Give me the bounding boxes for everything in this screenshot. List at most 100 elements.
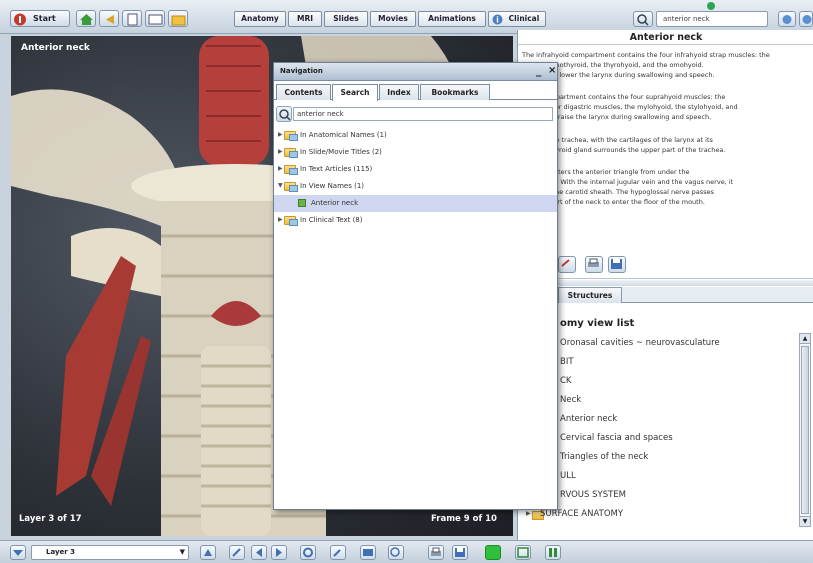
list-item[interactable]: BIT bbox=[560, 357, 574, 375]
layer-menu-button[interactable] bbox=[10, 545, 26, 560]
navigation-title: Navigation bbox=[280, 67, 323, 75]
layers-icon bbox=[13, 550, 23, 556]
expand-arrow-icon: ▶ bbox=[278, 165, 283, 172]
home-icon bbox=[80, 14, 93, 25]
list-item-label: SURFACE ANATOMY bbox=[540, 509, 624, 519]
tab-search[interactable]: Search bbox=[332, 84, 378, 101]
tab-structures[interactable]: Structures bbox=[558, 287, 622, 303]
navigation-titlebar[interactable]: Navigation _ × bbox=[274, 63, 557, 81]
search-input[interactable]: anterior neck bbox=[656, 11, 768, 27]
info-icon bbox=[492, 14, 503, 25]
list-item[interactable]: Neck bbox=[560, 395, 581, 413]
search-results-tree: ▶ In Anatomical Names (1) ▶ In Slide/Mov… bbox=[274, 127, 557, 229]
search-button[interactable] bbox=[633, 11, 653, 27]
list-item[interactable]: Anterior neck bbox=[560, 414, 617, 432]
tree-row[interactable]: ▶ In Slide/Movie Titles (2) bbox=[274, 144, 557, 161]
go-button[interactable] bbox=[778, 11, 796, 27]
tab-anatomy[interactable]: Anatomy bbox=[234, 11, 286, 27]
panel-splitter[interactable] bbox=[518, 280, 813, 286]
tree-row-selected[interactable]: Anterior neck bbox=[274, 195, 557, 212]
navigate-icon bbox=[782, 15, 792, 24]
tree-row-label: In Slide/Movie Titles (2) bbox=[300, 148, 382, 156]
start-button[interactable]: Start bbox=[10, 10, 70, 27]
article-panel: Anterior neck The infrahyoid compartment… bbox=[517, 30, 813, 540]
window-icon bbox=[148, 14, 163, 25]
link-icon bbox=[561, 259, 570, 267]
tree-row-label: In Anatomical Names (1) bbox=[300, 131, 387, 139]
save-icon bbox=[611, 259, 622, 269]
navigation-search-input[interactable]: anterior neck bbox=[293, 107, 553, 121]
print-button[interactable] bbox=[585, 256, 603, 273]
tab-contents[interactable]: Contents bbox=[276, 84, 331, 100]
next-frame-button[interactable] bbox=[271, 545, 287, 560]
list-item[interactable]: RVOUS SYSTEM bbox=[560, 490, 626, 508]
bottom-toolbar: Layer 3 ▼ bbox=[0, 540, 813, 563]
green-toggle-button[interactable] bbox=[485, 545, 501, 560]
layer-select-value: Layer 3 bbox=[46, 548, 76, 556]
list-item[interactable]: CK bbox=[560, 376, 572, 394]
scroll-down-icon[interactable]: ▼ bbox=[800, 516, 810, 526]
close-icon[interactable]: × bbox=[548, 65, 556, 76]
prev-frame-button[interactable] bbox=[251, 545, 267, 560]
tab-movies[interactable]: Movies bbox=[370, 11, 416, 27]
grid-icon bbox=[517, 547, 529, 558]
minimize-icon[interactable]: _ bbox=[536, 64, 542, 77]
link-button[interactable] bbox=[558, 256, 576, 273]
expand-arrow-icon: ▶ bbox=[278, 148, 283, 155]
save-view-button[interactable] bbox=[452, 545, 468, 560]
back-icon bbox=[106, 15, 114, 24]
expand-arrow-icon: ▶ bbox=[278, 216, 283, 223]
tree-row[interactable]: ▼ In View Names (1) bbox=[274, 178, 557, 195]
search-icon[interactable] bbox=[276, 106, 292, 122]
tree-row[interactable]: ▶ In Anatomical Names (1) bbox=[274, 127, 557, 144]
page-button[interactable] bbox=[122, 10, 142, 27]
layer-up-button[interactable] bbox=[200, 545, 216, 560]
article-toolbar bbox=[518, 253, 813, 279]
list-item[interactable]: Cervical fascia and spaces bbox=[560, 433, 673, 451]
rotate-button[interactable] bbox=[300, 545, 316, 560]
list-item[interactable]: ULL bbox=[560, 471, 576, 489]
grid-button[interactable] bbox=[515, 545, 531, 560]
tab-clinical[interactable]: Clinical bbox=[488, 11, 546, 27]
columns-button[interactable] bbox=[545, 545, 561, 560]
pin-button[interactable] bbox=[330, 545, 346, 560]
list-item[interactable]: Triangles of the neck bbox=[560, 452, 648, 470]
print-view-button[interactable] bbox=[428, 545, 444, 560]
list-item[interactable]: Oronasal cavities ~ neurovasculature bbox=[560, 338, 720, 356]
tab-slides[interactable]: Slides bbox=[324, 11, 368, 27]
window-button[interactable] bbox=[145, 10, 165, 27]
arrow-left-icon bbox=[256, 548, 262, 557]
view-title: Anterior neck bbox=[21, 43, 90, 53]
columns-icon bbox=[549, 548, 557, 557]
layer-select[interactable]: Layer 3 ▼ bbox=[31, 545, 189, 560]
help-button[interactable] bbox=[799, 11, 813, 27]
save-button[interactable] bbox=[608, 256, 626, 273]
tab-index[interactable]: Index bbox=[379, 84, 419, 100]
scroll-thumb[interactable] bbox=[801, 346, 809, 514]
tab-mri[interactable]: MRI bbox=[288, 11, 322, 27]
tab-bookmarks[interactable]: Bookmarks bbox=[420, 84, 490, 100]
zoom-button[interactable] bbox=[388, 545, 404, 560]
help-icon bbox=[802, 15, 812, 24]
tree-row[interactable]: ▶ In Clinical Text (8) bbox=[274, 212, 557, 229]
layer-indicator: Layer 3 of 17 bbox=[19, 514, 82, 524]
tree-row-label: In Text Articles (115) bbox=[300, 165, 373, 173]
tab-animations[interactable]: Animations bbox=[418, 11, 486, 27]
article-paragraph-2: hyoid compartment contains the four supr… bbox=[522, 93, 738, 121]
article-paragraph-4: d artery enters the anterior triangle fr… bbox=[522, 168, 734, 206]
home-button[interactable] bbox=[76, 10, 96, 27]
start-label: Start bbox=[33, 14, 56, 23]
tool-button[interactable] bbox=[229, 545, 245, 560]
capture-button[interactable] bbox=[360, 545, 376, 560]
tree-row[interactable]: ▶ In Text Articles (115) bbox=[274, 161, 557, 178]
folder-button[interactable] bbox=[168, 10, 188, 27]
main-toolbar: Start Anatomy MRI Slides Movies Animatio… bbox=[0, 0, 813, 34]
list-scrollbar[interactable]: ▲ ▼ bbox=[799, 333, 811, 527]
article-title: Anterior neck bbox=[629, 32, 703, 43]
folder-icon bbox=[284, 216, 298, 226]
search-icon bbox=[637, 14, 649, 26]
print-icon bbox=[431, 547, 441, 556]
back-button[interactable] bbox=[99, 10, 119, 27]
list-tabs: Structures bbox=[518, 287, 813, 303]
scroll-up-icon[interactable]: ▲ bbox=[800, 334, 810, 344]
